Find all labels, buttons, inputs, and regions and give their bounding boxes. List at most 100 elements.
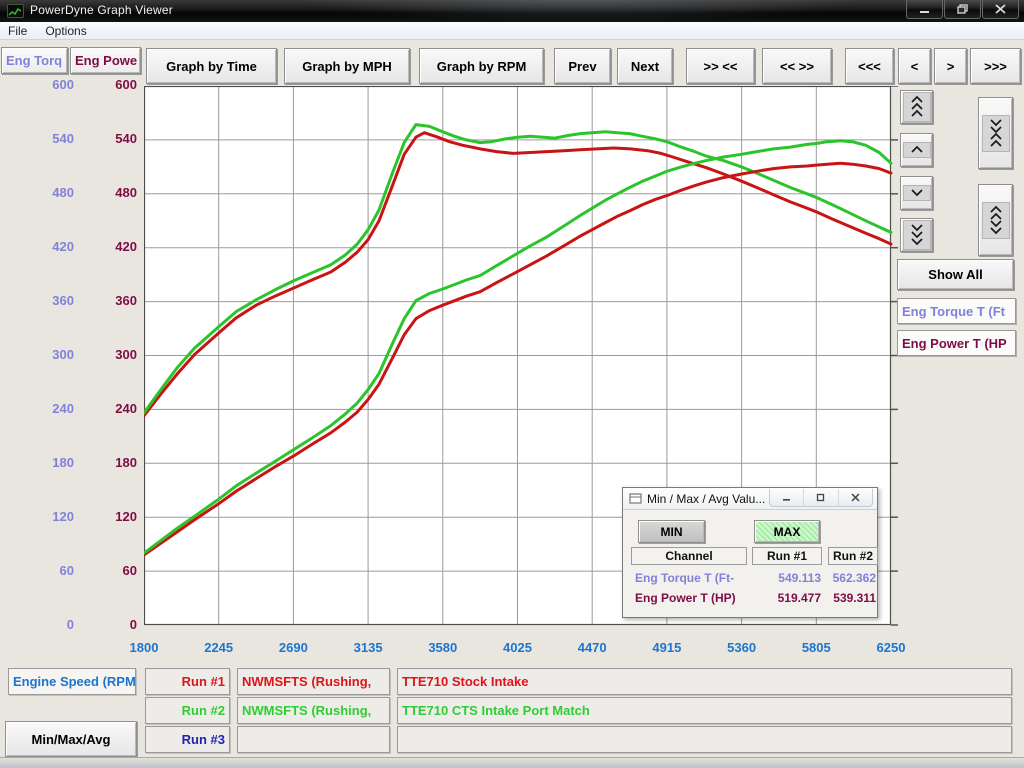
dialog-icon	[629, 493, 642, 504]
run2-file-field[interactable]: NWMSFTS (Rushing,	[237, 697, 390, 724]
dialog-row-power-label: Eng Power T (HP)	[635, 591, 736, 605]
powerdyne-window: PowerDyne Graph Viewer File Options Eng …	[0, 0, 1024, 768]
y-tick-label-power: 360	[91, 294, 137, 308]
dialog-minimize-button[interactable]	[770, 489, 804, 506]
title-bar: PowerDyne Graph Viewer	[0, 0, 1024, 22]
y-tick-label-torque: 60	[28, 564, 74, 578]
x-tick-label: 5360	[712, 640, 772, 655]
channel-button-power[interactable]: Eng Powe	[70, 47, 141, 74]
graph-by-rpm-button[interactable]: Graph by RPM	[419, 48, 544, 84]
chevron-triple-up-button[interactable]	[900, 90, 933, 124]
y-tick-label-power: 60	[91, 564, 137, 578]
chevron-single-down-button[interactable]	[900, 176, 933, 210]
scroll-right-fast-button[interactable]: >>>	[970, 48, 1021, 84]
zoom-out-x-button[interactable]: << >>	[762, 48, 832, 84]
y-tick-label-torque: 180	[28, 456, 74, 470]
chevron-triple-up-icon	[903, 92, 931, 122]
x-tick-label: 6250	[861, 640, 921, 655]
x-tick-label: 4025	[488, 640, 548, 655]
chevron-expand-icon	[982, 202, 1010, 239]
window-bottom-border	[0, 757, 1024, 768]
dialog-torque-run2-value: 562.362	[816, 571, 876, 585]
y-tick-label-torque: 300	[28, 348, 74, 362]
x-tick-label: 5805	[786, 640, 846, 655]
x-tick-label: 3580	[413, 640, 473, 655]
run3-label: Run #3	[145, 726, 230, 753]
show-all-button[interactable]: Show All	[897, 259, 1014, 290]
y-tick-label-torque: 600	[28, 78, 74, 92]
run1-file-field[interactable]: NWMSFTS (Rushing,	[237, 668, 390, 695]
minimize-button[interactable]	[906, 0, 943, 19]
menu-bar: File Options	[0, 22, 1024, 40]
titlebar-glow	[300, 0, 860, 22]
y-tick-label-torque: 120	[28, 510, 74, 524]
chevron-triple-down-button[interactable]	[900, 218, 933, 252]
next-button[interactable]: Next	[617, 48, 673, 84]
x-tick-label: 2245	[189, 640, 249, 655]
chevron-collapse-icon	[982, 115, 1010, 152]
run3-file-field[interactable]	[237, 726, 390, 753]
y-tick-label-power: 120	[91, 510, 137, 524]
x-tick-label: 4915	[637, 640, 697, 655]
y-tick-label-torque: 0	[28, 618, 74, 632]
run1-description-field[interactable]: TTE710 Stock Intake	[397, 668, 1012, 695]
dialog-title: Min / Max / Avg Valu...	[647, 492, 765, 506]
scroll-left-button[interactable]: <	[898, 48, 931, 84]
y-tick-label-power: 600	[91, 78, 137, 92]
dialog-header-channel: Channel	[631, 547, 747, 565]
run3-description-field[interactable]	[397, 726, 1012, 753]
y-tick-label-power: 480	[91, 186, 137, 200]
menu-options[interactable]: Options	[45, 24, 86, 38]
y-tick-label-power: 180	[91, 456, 137, 470]
dialog-torque-run1-value: 549.113	[761, 571, 821, 585]
minmaxavg-button[interactable]: Min/Max/Avg	[5, 721, 137, 757]
prev-button[interactable]: Prev	[554, 48, 611, 84]
chevron-single-up-button[interactable]	[900, 133, 933, 167]
y-tick-label-torque: 360	[28, 294, 74, 308]
minmax-dialog: Min / Max / Avg Valu... MIN MAX Channel …	[622, 487, 878, 618]
y-tick-label-power: 300	[91, 348, 137, 362]
power-channel-field[interactable]: Eng Power T (HP	[897, 330, 1016, 356]
x-channel-field[interactable]: Engine Speed (RPM	[8, 668, 136, 695]
dialog-title-bar[interactable]: Min / Max / Avg Valu...	[623, 488, 877, 510]
y-tick-label-torque: 480	[28, 186, 74, 200]
channel-button-torque[interactable]: Eng Torq	[1, 47, 68, 74]
dialog-power-run2-value: 539.311	[816, 591, 876, 605]
x-tick-label: 4470	[562, 640, 622, 655]
y-tick-label-torque: 540	[28, 132, 74, 146]
dialog-header-run1: Run #1	[752, 547, 822, 565]
dialog-restore-button[interactable]	[804, 489, 838, 506]
x-tick-label: 2690	[263, 640, 323, 655]
dialog-close-button[interactable]	[839, 489, 872, 506]
chevron-single-down-icon	[903, 185, 931, 201]
window-title: PowerDyne Graph Viewer	[30, 3, 173, 17]
graph-by-mph-button[interactable]: Graph by MPH	[284, 48, 410, 84]
y-tick-label-torque: 420	[28, 240, 74, 254]
scroll-left-fast-button[interactable]: <<<	[845, 48, 894, 84]
collapse-vertical-button[interactable]	[978, 97, 1013, 169]
y-tick-label-torque: 240	[28, 402, 74, 416]
run2-label: Run #2	[145, 697, 230, 724]
y-tick-label-power: 540	[91, 132, 137, 146]
max-button[interactable]: MAX	[754, 520, 820, 543]
dialog-power-run1-value: 519.477	[761, 591, 821, 605]
dialog-header-run2: Run #2	[828, 547, 878, 565]
x-tick-label: 1800	[114, 640, 174, 655]
torque-channel-field[interactable]: Eng Torque T (Ft	[897, 298, 1016, 324]
zoom-in-x-button[interactable]: >> <<	[686, 48, 755, 84]
app-icon	[7, 4, 24, 18]
maximize-button[interactable]	[944, 0, 981, 19]
graph-by-time-button[interactable]: Graph by Time	[146, 48, 277, 84]
chevron-triple-down-icon	[903, 220, 931, 250]
run2-description-field[interactable]: TTE710 CTS Intake Port Match	[397, 697, 1012, 724]
expand-vertical-button[interactable]	[978, 184, 1013, 256]
run1-label: Run #1	[145, 668, 230, 695]
y-tick-label-power: 240	[91, 402, 137, 416]
min-button[interactable]: MIN	[638, 520, 705, 543]
y-tick-label-power: 0	[91, 618, 137, 632]
dialog-row-torque-label: Eng Torque T (Ft-	[635, 571, 734, 585]
y-tick-label-power: 420	[91, 240, 137, 254]
menu-file[interactable]: File	[8, 24, 27, 38]
scroll-right-button[interactable]: >	[934, 48, 967, 84]
close-button[interactable]	[982, 0, 1019, 19]
